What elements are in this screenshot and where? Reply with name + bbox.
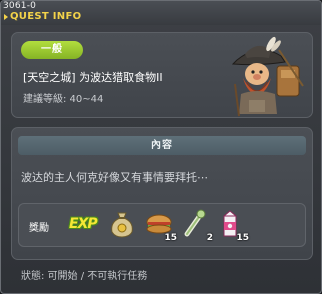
bone-count: 2 [206, 233, 213, 243]
quest-content-panel: 內容 波达的主人何克好像又有事情要拜托⋯ 獎勵 EXP 15 2 15 [11, 127, 313, 260]
meso-bag-icon[interactable] [107, 208, 139, 242]
meso-bag-graphic [111, 212, 133, 238]
quest-name: [天空之城] 为波达猎取食物II [23, 71, 163, 84]
title-bar[interactable]: 3061-0 QUEST INFO [1, 1, 321, 25]
window-title: QUEST INFO [10, 11, 82, 22]
npc-portrait-icon [231, 36, 304, 117]
quest-info-window: 3061-0 QUEST INFO 一般 [天空之城] 为波达猎取食物II 建議… [0, 0, 322, 294]
quest-status: 狀態: 可開始 / 不可執行任務 [21, 271, 148, 282]
level-requirement: 建議等級: 40~44 [23, 94, 104, 105]
reward-label: 獎勵 [29, 223, 49, 234]
sandwich-icon[interactable]: 15 [143, 208, 177, 243]
content-header: 內容 [18, 136, 306, 155]
bone-graphic [184, 209, 206, 237]
milk-carton-icon[interactable]: 15 [215, 208, 249, 243]
milk-count: 15 [236, 233, 249, 243]
sandwich-count: 15 [164, 233, 177, 243]
quest-summary-panel: 一般 [天空之城] 为波达猎取食物II 建議等級: 40~44 [11, 32, 313, 118]
bone-icon[interactable]: 2 [179, 208, 213, 243]
title-bullet-icon [4, 14, 8, 20]
exp-label: EXP [69, 216, 98, 232]
quest-id: 3061-0 [3, 1, 37, 11]
reward-box: 獎勵 EXP 15 2 15 [18, 203, 306, 247]
exp-icon[interactable]: EXP [69, 208, 101, 242]
content-text: 波达的主人何克好像又有事情要拜托⋯ [21, 171, 208, 184]
quest-category-badge: 一般 [21, 41, 83, 59]
